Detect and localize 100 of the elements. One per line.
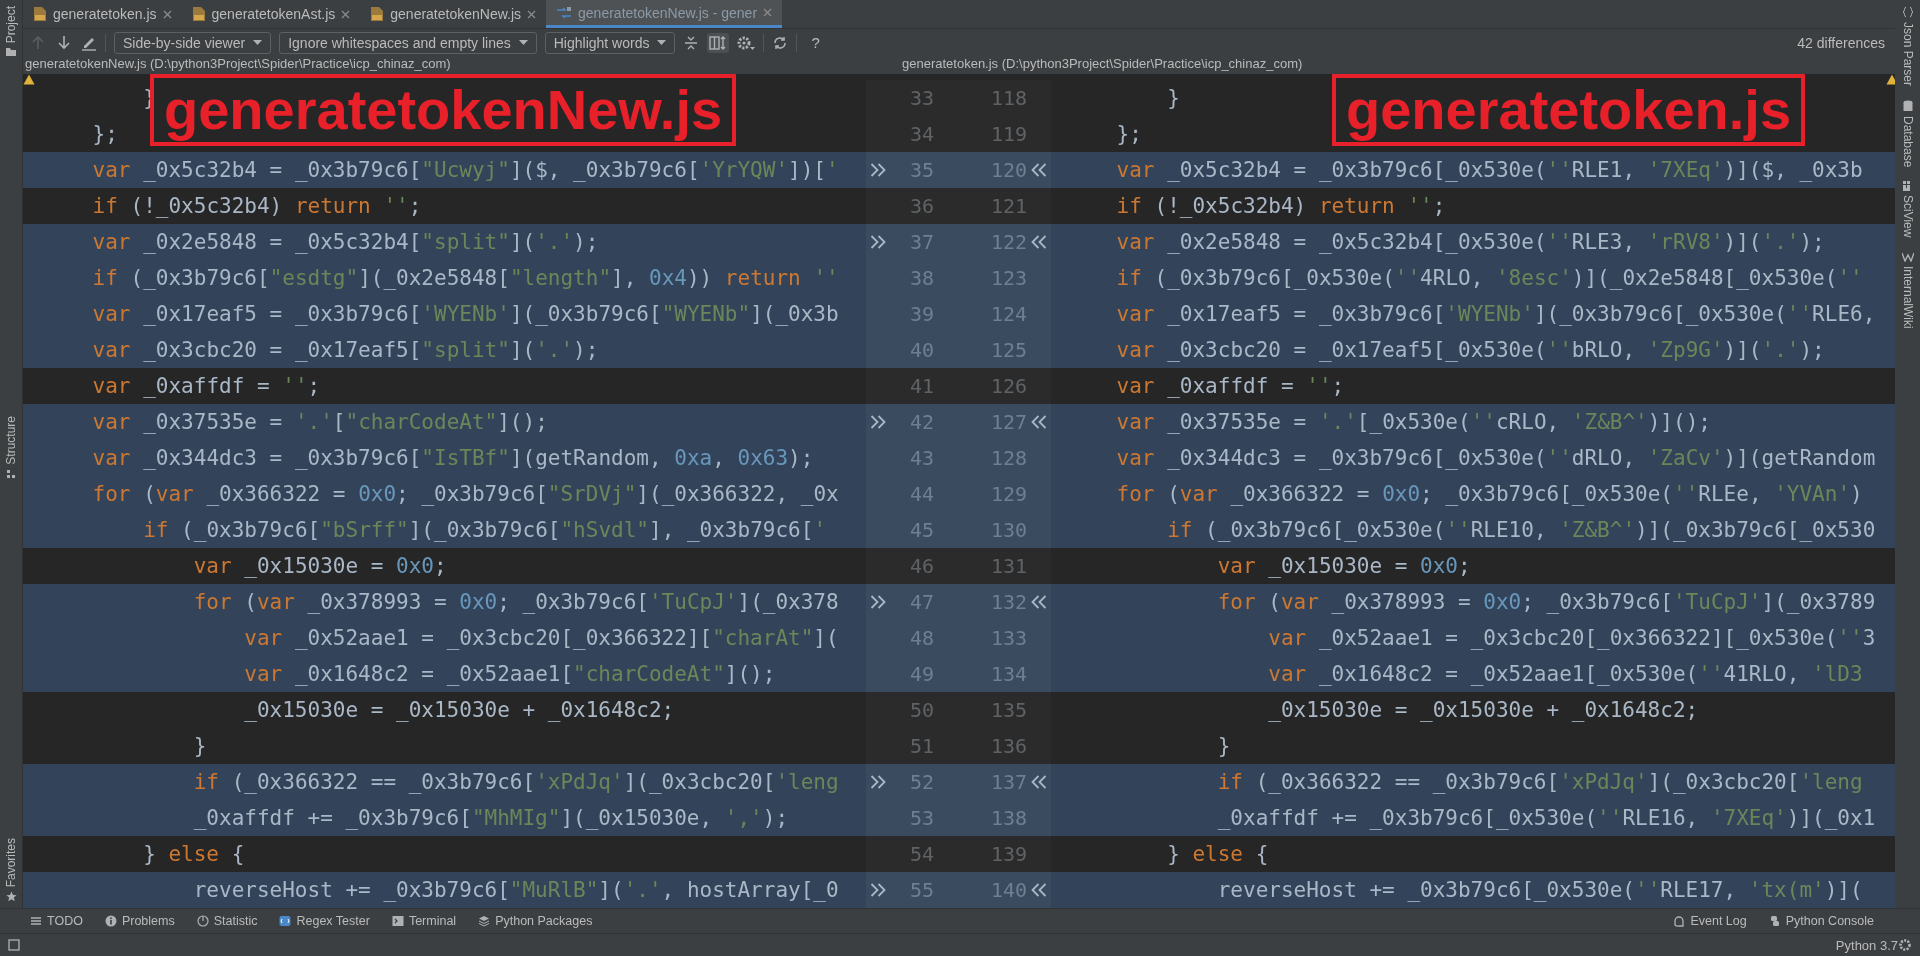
- line-number: 131: [989, 554, 1027, 578]
- window-icon[interactable]: [8, 939, 20, 951]
- dropdown[interactable]: Side-by-side viewer: [114, 31, 272, 54]
- caret-icon: [657, 40, 667, 45]
- dropdown[interactable]: Ignore whitespaces and empty lines: [279, 31, 537, 54]
- code-line: var _0x17eaf5 = _0x3b79c6['WYENb'](_0x3b79c6[_0x530e(''RLE6,: [1115, 302, 1877, 326]
- code-line: reverseHost += _0x3b79c6[_0x530e(''RLE17, 'tx(m')](: [1216, 878, 1864, 902]
- braces-icon[interactable]: [1901, 6, 1914, 18]
- folder-icon[interactable]: [5, 47, 17, 58]
- code-line: var _0x344dc3 = _0x3b79c6["IsTBf"](getRandom, 0xa, 0x63);: [91, 446, 815, 470]
- speech-bubble-icon: [1673, 915, 1686, 927]
- code-line: var _0x37535e = '.'[_0x530e(''cRLO, 'Z&B^')]();: [1115, 410, 1712, 434]
- grid-icon[interactable]: [1902, 181, 1913, 192]
- code-line: var _0x15030e = 0x0;: [192, 554, 448, 578]
- code-line: var _0x3cbc20 = _0x17eaf5["split"]('.');: [91, 338, 600, 362]
- code-line: if (_0x366322 == _0x3b79c6['xPdJq'](_0x3cbc20['leng: [192, 770, 840, 794]
- interpreter-label[interactable]: Python 3.7: [1835, 937, 1898, 953]
- line-number: 33: [908, 86, 934, 110]
- line-number: 51: [908, 734, 934, 758]
- line-number: 41: [908, 374, 934, 398]
- code-line: var _0x2e5848 = _0x5c32b4["split"]('.');: [91, 230, 600, 254]
- sync-icon[interactable]: [772, 34, 789, 51]
- annotation-label: generatetokenNew.js: [150, 74, 737, 146]
- line-number: 50: [908, 698, 934, 722]
- code-line: var _0x2e5848 = _0x5c32b4[_0x530e(''RLE3, 'rRV8')]('.');: [1115, 230, 1826, 254]
- code-line: }: [1216, 734, 1232, 758]
- code-line: var _0x3cbc20 = _0x17eaf5[_0x530e(''bRLO, 'Zp9G')]('.');: [1115, 338, 1826, 362]
- line-number: 126: [989, 374, 1027, 398]
- info-icon: [104, 915, 117, 927]
- js-file-icon: [370, 6, 385, 22]
- sidebar-tab[interactable]: Json Parser: [1900, 22, 1915, 87]
- sidebar-tab[interactable]: Favorites: [4, 837, 18, 887]
- file-path: generatetokenNew.js (D:\python3Project\Spider\Practice\icp_chinaz_com): [25, 56, 452, 71]
- code-line: _0xaffdf += _0x3b79c6["MhMIg"](_0x15030e, ',');: [192, 806, 790, 830]
- code-line: };: [1115, 122, 1143, 146]
- code-line: var _0x52aae1 = _0x3cbc20[_0x366322][_0x530e(''3: [1267, 626, 1877, 650]
- code-line: _0x15030e = _0x15030e + _0x1648c2;: [1267, 698, 1700, 722]
- code-line: reverseHost += _0x3b79c6["MuRlB"]('.', hostArray[_0: [192, 878, 840, 902]
- code-line: var _0x1648c2 = _0x52aae1[_0x530e(''41RLO, 'lD3: [1267, 662, 1864, 686]
- tool-window-button[interactable]: Python Packages: [478, 914, 593, 928]
- settings-icon[interactable]: [737, 34, 756, 51]
- code-line: } else {: [1166, 842, 1270, 866]
- code-line: var _0x17eaf5 = _0x3b79c6['WYENb'](_0x3b79c6["WYENb"](_0x3b: [91, 302, 840, 326]
- sidebar-tab[interactable]: InternalWiki: [1900, 265, 1915, 329]
- sidebar-tab[interactable]: Project: [4, 6, 18, 44]
- collapse-icon[interactable]: [683, 34, 700, 51]
- differences-count: 42 differences: [1797, 34, 1885, 51]
- down-arrow-icon[interactable]: [57, 35, 71, 50]
- tool-window-button[interactable]: Problems: [104, 914, 175, 928]
- line-number: 34: [908, 122, 934, 146]
- tool-window-button[interactable]: Python Console: [1768, 914, 1874, 928]
- tool-window-button[interactable]: Regex Tester: [279, 914, 370, 928]
- code-line: for (var _0x378993 = 0x0; _0x3b79c6['TuCpJ'](_0x3789: [1216, 590, 1877, 614]
- close-icon: [763, 8, 773, 17]
- terminal-icon: [391, 915, 404, 927]
- tool-window-button[interactable]: Terminal: [391, 914, 457, 928]
- tool-window-button[interactable]: TODO: [30, 914, 83, 928]
- settings-icon[interactable]: [1898, 938, 1912, 952]
- code-line: _0xaffdf += _0x3b79c6[_0x530e(''RLE16, '7XEq')](_0x1: [1216, 806, 1877, 830]
- code-line: if (!_0x5c32b4) return '';: [91, 194, 423, 218]
- tool-window-button[interactable]: Event Log: [1673, 914, 1747, 928]
- close-icon: [162, 9, 172, 19]
- database-icon[interactable]: [1902, 100, 1913, 113]
- file-tab[interactable]: generatetokenNew.js: [360, 0, 547, 28]
- code-line: var _0x5c32b4 = _0x3b79c6["Ucwyj"]($, _0x3b79c6['YrYQW'])[': [91, 158, 840, 182]
- star-icon[interactable]: [5, 891, 17, 902]
- js-file-icon: [191, 6, 206, 22]
- code-line: for (var _0x366322 = 0x0; _0x3b79c6["SrDVj"](_0x366322, _0x: [91, 482, 840, 506]
- line-number: 119: [989, 122, 1027, 146]
- sidebar-tab[interactable]: SciView: [1900, 195, 1915, 238]
- code-line: var _0x5c32b4 = _0x3b79c6[_0x530e(''RLE1, '7XEq')]($, _0x3b: [1115, 158, 1864, 182]
- dropdown[interactable]: Highlight words: [544, 31, 676, 54]
- structure-icon[interactable]: [6, 468, 16, 479]
- code-line: if (_0x3b79c6[_0x530e(''4RLO, '8esc')](_0x2e5848[_0x530e('': [1115, 266, 1864, 290]
- code-line: for (var _0x378993 = 0x0; _0x3b79c6['TuCpJ'](_0x378: [192, 590, 840, 614]
- code-line: if (!_0x5c32b4) return '';: [1115, 194, 1447, 218]
- line-number: 54: [908, 842, 934, 866]
- diff-icon: [556, 5, 573, 20]
- code-line: var _0x15030e = 0x0;: [1216, 554, 1472, 578]
- split-view-icon[interactable]: [709, 34, 728, 51]
- sidebar-tab[interactable]: Database: [1900, 116, 1915, 168]
- code-line: };: [91, 122, 119, 146]
- line-number: 118: [989, 86, 1027, 110]
- file-tab[interactable]: generatetokenAst.js: [181, 0, 361, 28]
- python-icon: [1768, 915, 1781, 927]
- line-number: 36: [908, 194, 934, 218]
- caret-icon: [518, 40, 528, 45]
- file-path: generatetoken.js (D:\python3Project\Spider\Practice\icp_chinaz_com): [902, 56, 1303, 71]
- tool-window-button[interactable]: Statistic: [196, 914, 258, 928]
- wiki-icon[interactable]: [1901, 251, 1914, 262]
- regex-icon: [279, 915, 292, 927]
- file-tab[interactable]: generatetoken.js: [23, 0, 182, 28]
- line-number: 136: [989, 734, 1027, 758]
- sidebar-tab[interactable]: Structure: [4, 416, 18, 465]
- line-number: 121: [989, 194, 1027, 218]
- layers-icon: [478, 915, 491, 927]
- code-line: var _0xaffdf = '';: [1115, 374, 1346, 398]
- code-line: }: [1166, 86, 1181, 110]
- code-line: var _0x344dc3 = _0x3b79c6[_0x530e(''dRLO, 'ZaCv')](getRandom: [1115, 446, 1877, 470]
- help-button[interactable]: ?: [805, 33, 826, 52]
